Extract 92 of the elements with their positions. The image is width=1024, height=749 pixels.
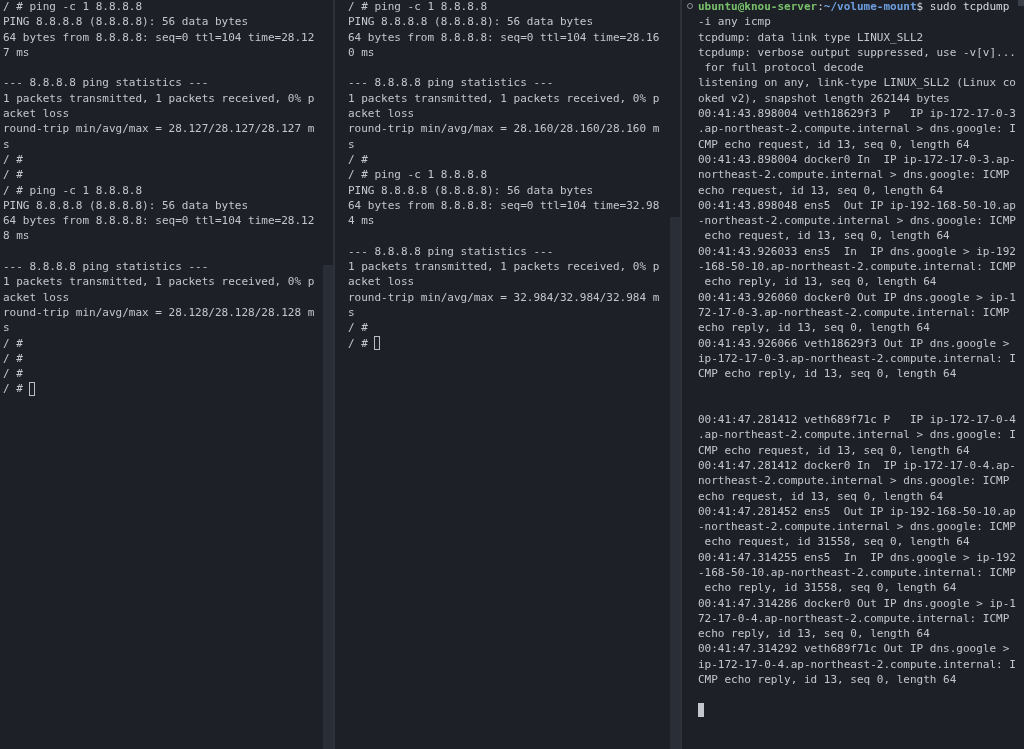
output-line: PING 8.8.8.8 (8.8.8.8): 56 data bytes — [348, 182, 595, 198]
output-line: echo request, id 13, seq 0, length 64 — [698, 182, 945, 198]
output-line: acket loss — [3, 106, 71, 122]
output-line: 00:41:47.314255 ens5 In IP dns.google > ip-192 — [698, 549, 1017, 565]
output-line: round-trip min/avg/max = 32.984/32.984/32.984 m — [348, 289, 661, 305]
output-line: ip-172-17-0-3.ap-northeast-2.compute.internal: I — [698, 350, 1017, 367]
output-line: acket loss — [3, 289, 71, 305]
output-line: 00:41:47.314292 veth689f71c Out IP dns.google > — [698, 641, 1011, 657]
output-line: 4 ms — [348, 213, 376, 229]
output-line: ip-172-17-0-4.ap-northeast-2.compute.internal: I — [698, 656, 1017, 673]
output-line: 64 bytes from 8.8.8.8: seq=0 ttl=104 time=28.12 — [3, 213, 316, 229]
terminal-pane[interactable] — [333, 0, 680, 749]
output-line: --- 8.8.8.8 ping statistics --- — [348, 75, 555, 91]
output-line: tcpdump: verbose output suppressed, use -v[v]... — [698, 44, 1017, 61]
output-line: / # — [348, 151, 369, 168]
output-line: acket loss — [348, 106, 416, 122]
output-line: s — [3, 136, 11, 152]
output-line: listening on any, link-type LINUX_SLL2 (Linux co — [698, 75, 1017, 91]
output-line: .ap-northeast-2.compute.internal > dns.google: I — [698, 121, 1017, 137]
output-line: 64 bytes from 8.8.8.8: seq=0 ttl=104 time=28.16 — [348, 29, 661, 45]
output-line: round-trip min/avg/max = 28.160/28.160/28.160 m — [348, 121, 661, 137]
output-line: 00:41:47.281452 ens5 Out IP ip-192-168-50-10.ap — [698, 503, 1017, 520]
output-line: --- 8.8.8.8 ping statistics --- — [3, 75, 210, 91]
output-line: 00:41:43.926066 veth18629f3 Out IP dns.google > — [698, 335, 1011, 351]
output-line: 00:41:43.898048 ens5 Out IP ip-192-168-50-10.ap — [698, 197, 1017, 214]
output-line: PING 8.8.8.8 (8.8.8.8): 56 data bytes — [3, 14, 250, 30]
output-line: northeast-2.compute.internal > dns.google: ICMP — [698, 167, 1011, 183]
output-line: 00:41:43.926033 ens5 In IP dns.google > ip-192 — [698, 243, 1017, 260]
output-line: 00:41:47.281412 veth689f71c P IP ip-172-17-0-4 — [698, 412, 1017, 428]
output-line: --- 8.8.8.8 ping statistics --- — [348, 243, 555, 260]
shell-prompt-line: ubuntu@knou-server:~/volume-mount$ sudo tcpdump — [698, 0, 1011, 15]
output-line: s — [348, 136, 356, 152]
output-line: 64 bytes from 8.8.8.8: seq=0 ttl=104 time=32.98 — [348, 197, 661, 214]
output-line: 1 packets transmitted, 1 packets received, 0% p — [348, 259, 661, 275]
output-line: / # — [3, 167, 24, 183]
output-line: 00:41:43.926060 docker0 Out IP dns.google > ip-1 — [698, 289, 1017, 305]
output-line: -i any icmp — [698, 14, 772, 30]
output-line: / # — [3, 335, 24, 351]
output-line: 7 ms — [3, 44, 31, 61]
output-line: / # — [3, 151, 24, 168]
shell-prompt: / # — [3, 381, 23, 397]
output-line: northeast-2.compute.internal > dns.google: ICMP — [698, 473, 1011, 489]
output-line: / # — [3, 366, 24, 382]
output-line: / # — [348, 320, 369, 336]
output-line: CMP echo reply, id 13, seq 0, length 64 — [698, 672, 958, 688]
scrollbar-thumb[interactable] — [1018, 0, 1024, 6]
output-line: / # — [3, 350, 24, 367]
output-line: 00:41:47.314286 docker0 Out IP dns.google > ip-1 — [698, 595, 1017, 611]
output-line: 72-17-0-3.ap-northeast-2.compute.internal: ICMP — [698, 304, 1011, 321]
output-line: --- 8.8.8.8 ping statistics --- — [3, 259, 210, 275]
output-line: 72-17-0-4.ap-northeast-2.compute.internal: ICMP — [698, 610, 1011, 627]
output-line: echo request, id 13, seq 0, length 64 — [703, 228, 951, 244]
output-line: 00:41:43.898004 veth18629f3 P IP ip-172-17-0-3 — [698, 106, 1017, 122]
output-line: -northeast-2.compute.internal > dns.google: ICMP — [698, 519, 1017, 535]
output-line: echo reply, id 13, seq 0, length 64 — [698, 626, 931, 642]
output-line: 1 packets transmitted, 1 packets received, 0% p — [3, 90, 316, 107]
output-line: / # ping -c 1 8.8.8.8 — [348, 0, 489, 15]
terminal-pane[interactable] — [680, 0, 1024, 749]
output-line: / # ping -c 1 8.8.8.8 — [3, 182, 144, 198]
output-line: / # ping -c 1 8.8.8.8 — [3, 0, 144, 15]
output-line: 8 ms — [3, 228, 31, 244]
output-line: CMP echo reply, id 13, seq 0, length 64 — [698, 366, 958, 382]
output-line: 00:41:43.898004 docker0 In IP ip-172-17-0-3.ap- — [698, 151, 1017, 168]
output-line: -168-50-10.ap-northeast-2.compute.internal: ICMP — [698, 259, 1017, 275]
output-line: echo request, id 13, seq 0, length 64 — [698, 488, 945, 504]
output-line: s — [348, 304, 356, 321]
output-line: for full protocol decode — [703, 60, 865, 76]
output-line: 64 bytes from 8.8.8.8: seq=0 ttl=104 time=28.12 — [3, 29, 316, 45]
output-line: CMP echo request, id 13, seq 0, length 64 — [698, 136, 971, 152]
output-line: / # ping -c 1 8.8.8.8 — [348, 167, 489, 183]
shell-prompt: / # — [348, 335, 368, 351]
output-line: 0 ms — [348, 44, 376, 61]
output-line: acket loss — [348, 274, 416, 290]
output-line: oked v2), snapshot length 262144 bytes — [698, 90, 951, 107]
output-line: .ap-northeast-2.compute.internal > dns.google: I — [698, 427, 1017, 443]
terminal-pane[interactable] — [0, 0, 333, 749]
output-line: 1 packets transmitted, 1 packets received, 0% p — [3, 274, 316, 290]
output-line: round-trip min/avg/max = 28.128/28.128/28.128 m — [3, 304, 316, 321]
output-line: -168-50-10.ap-northeast-2.compute.internal: ICMP — [698, 565, 1017, 581]
output-line: s — [3, 320, 11, 336]
output-line: echo request, id 31558, seq 0, length 64 — [703, 534, 971, 550]
output-line: PING 8.8.8.8 (8.8.8.8): 56 data bytes — [3, 197, 250, 214]
output-line: CMP echo request, id 13, seq 0, length 64 — [698, 442, 971, 458]
output-line: echo reply, id 13, seq 0, length 64 — [703, 274, 938, 290]
output-line: tcpdump: data link type LINUX_SLL2 — [698, 29, 925, 45]
output-line: echo reply, id 31558, seq 0, length 64 — [703, 580, 958, 596]
output-line: -northeast-2.compute.internal > dns.google: ICMP — [698, 213, 1017, 229]
output-line: echo reply, id 13, seq 0, length 64 — [698, 320, 931, 336]
output-line: PING 8.8.8.8 (8.8.8.8): 56 data bytes — [348, 14, 595, 30]
output-line: 1 packets transmitted, 1 packets received, 0% p — [348, 90, 661, 107]
output-line: round-trip min/avg/max = 28.127/28.127/28.127 m — [3, 121, 316, 137]
output-line: 00:41:47.281412 docker0 In IP ip-172-17-0-4.ap- — [698, 457, 1017, 474]
